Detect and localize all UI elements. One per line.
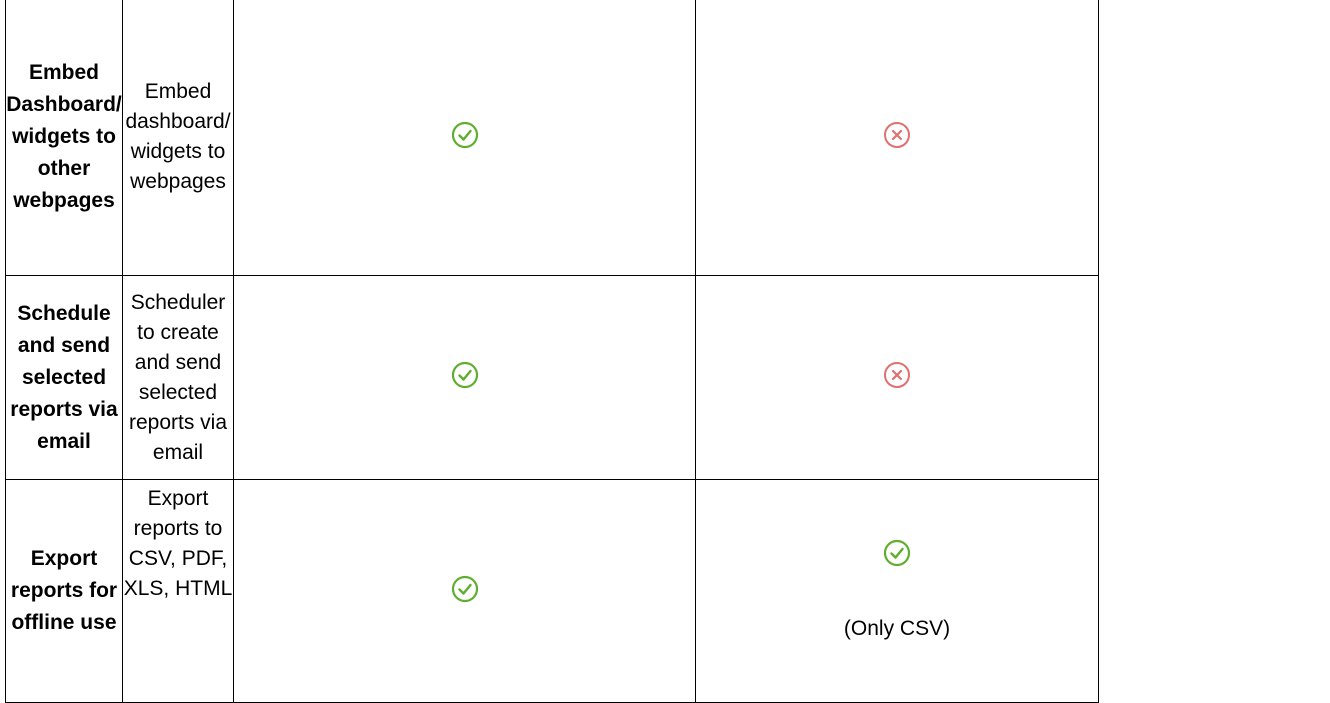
support-cell: (Only CSV) — [695, 479, 1099, 703]
feature-description: Export reports to CSV, PDF, XLS, HTML — [122, 479, 234, 703]
table-row: Embed Dashboard/ widgets to other webpag… — [5, 0, 1099, 276]
table-row: Schedule and send selected reports via e… — [5, 275, 1099, 480]
support-cell — [233, 275, 696, 480]
support-cell — [233, 479, 696, 703]
comparison-table: Embed Dashboard/ widgets to other webpag… — [5, 0, 1099, 703]
check-circle-icon — [451, 121, 479, 149]
feature-name: Export reports for offline use — [5, 479, 123, 703]
support-cell — [233, 0, 696, 276]
feature-description: Scheduler to create and send selected re… — [122, 275, 234, 480]
feature-name: Embed Dashboard/ widgets to other webpag… — [5, 0, 123, 276]
check-circle-icon — [883, 539, 911, 567]
support-cell — [695, 275, 1099, 480]
table-row: Export reports for offline use Export re… — [5, 479, 1099, 703]
x-circle-icon — [883, 121, 911, 149]
check-circle-icon — [451, 361, 479, 389]
feature-name: Schedule and send selected reports via e… — [5, 275, 123, 480]
feature-description: Embed dashboard/ widgets to webpages — [122, 0, 234, 276]
check-circle-icon — [451, 575, 479, 603]
x-circle-icon — [883, 361, 911, 389]
support-cell — [695, 0, 1099, 276]
support-note: (Only CSV) — [843, 617, 951, 640]
